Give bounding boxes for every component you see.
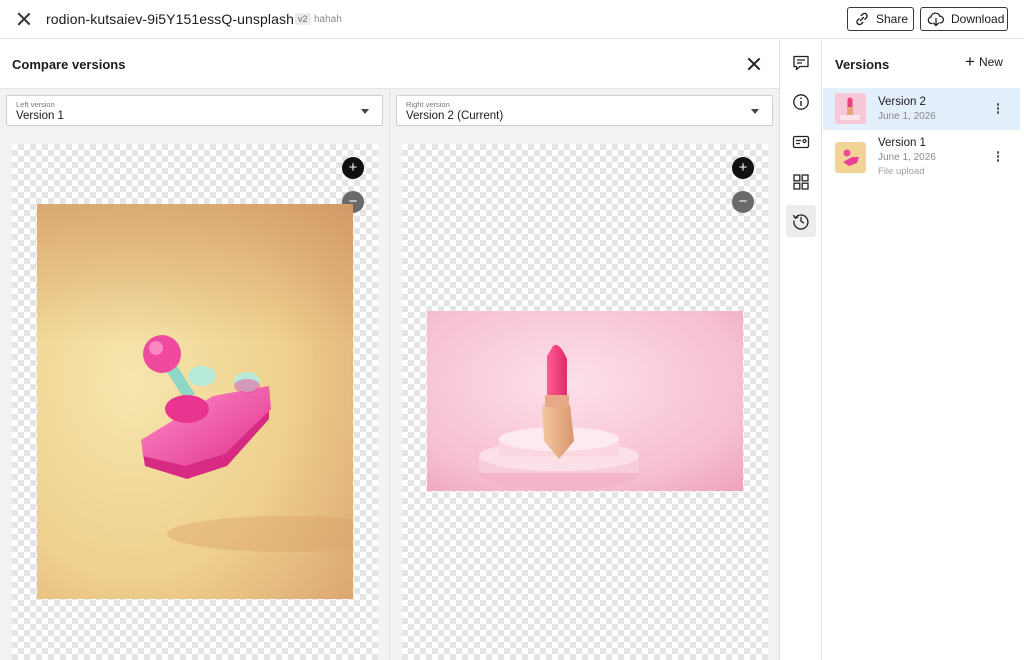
new-version-button[interactable]: + New: [965, 52, 1003, 71]
panel-divider: [389, 90, 390, 660]
compare-header: Compare versions: [0, 40, 779, 89]
comment-icon: [793, 55, 809, 71]
new-version-label: New: [978, 55, 1003, 69]
download-button[interactable]: Download: [920, 7, 1008, 31]
version-thumbnail: [835, 142, 866, 173]
info-button[interactable]: [786, 86, 816, 118]
left-version-caption: Left version: [16, 100, 55, 109]
chevron-down-icon: [361, 109, 369, 114]
version-item-2[interactable]: Version 2 June 1, 2026: [823, 88, 1020, 130]
chevron-down-icon: [751, 109, 759, 114]
zoom-in-button-left[interactable]: +: [342, 157, 364, 179]
metadata-button[interactable]: [786, 126, 816, 158]
zoom-out-button-right[interactable]: −: [732, 191, 754, 213]
version-date: June 1, 2026: [878, 152, 936, 163]
close-compare-icon[interactable]: [746, 56, 762, 72]
left-version-image: [37, 204, 353, 599]
left-version-value: Version 1: [16, 110, 64, 122]
more-options-icon[interactable]: [995, 151, 1001, 165]
right-version-image: [427, 311, 743, 491]
id-card-icon: [792, 135, 810, 149]
right-version-caption: Right version: [406, 100, 450, 109]
compare-title: Compare versions: [12, 57, 126, 72]
share-label: Share: [876, 12, 909, 26]
info-icon: [793, 94, 809, 110]
renditions-button[interactable]: [786, 166, 816, 198]
link-icon: [856, 12, 868, 26]
more-options-icon[interactable]: [995, 103, 1001, 117]
version-item-1[interactable]: Version 1 June 1, 2026 File upload: [823, 132, 1020, 178]
download-label: Download: [951, 12, 1005, 26]
version-source: File upload: [878, 166, 925, 177]
left-version-select[interactable]: Left version Version 1: [6, 95, 383, 126]
version-name: Version 2: [878, 96, 926, 108]
plus-icon: +: [965, 52, 975, 71]
close-icon[interactable]: [15, 10, 33, 28]
grid-icon: [793, 174, 809, 190]
version-thumbnail: [835, 93, 866, 124]
cloud-download-icon: [927, 12, 945, 27]
side-icon-rail: [780, 40, 822, 660]
version-name: Version 1: [878, 137, 926, 149]
version-history-button[interactable]: [786, 205, 816, 237]
comments-button[interactable]: [786, 47, 816, 79]
right-version-value: Version 2 (Current): [406, 110, 504, 122]
version-badge: v2: [295, 13, 311, 25]
share-button[interactable]: Share: [847, 7, 914, 31]
version-date: June 1, 2026: [878, 111, 936, 122]
file-title: rodion-kutsaiev-9i5Y151essQ-unsplash: [46, 11, 294, 27]
versions-panel: Versions + New Version 2 June 1, 2026 Ve…: [823, 40, 1024, 660]
history-icon: [792, 214, 809, 230]
versions-title: Versions: [835, 57, 890, 72]
top-bar: rodion-kutsaiev-9i5Y151essQ-unsplash v2 …: [0, 0, 1024, 39]
right-version-select[interactable]: Right version Version 2 (Current): [396, 95, 773, 126]
version-note: hahah: [314, 14, 342, 25]
zoom-in-button-right[interactable]: +: [732, 157, 754, 179]
